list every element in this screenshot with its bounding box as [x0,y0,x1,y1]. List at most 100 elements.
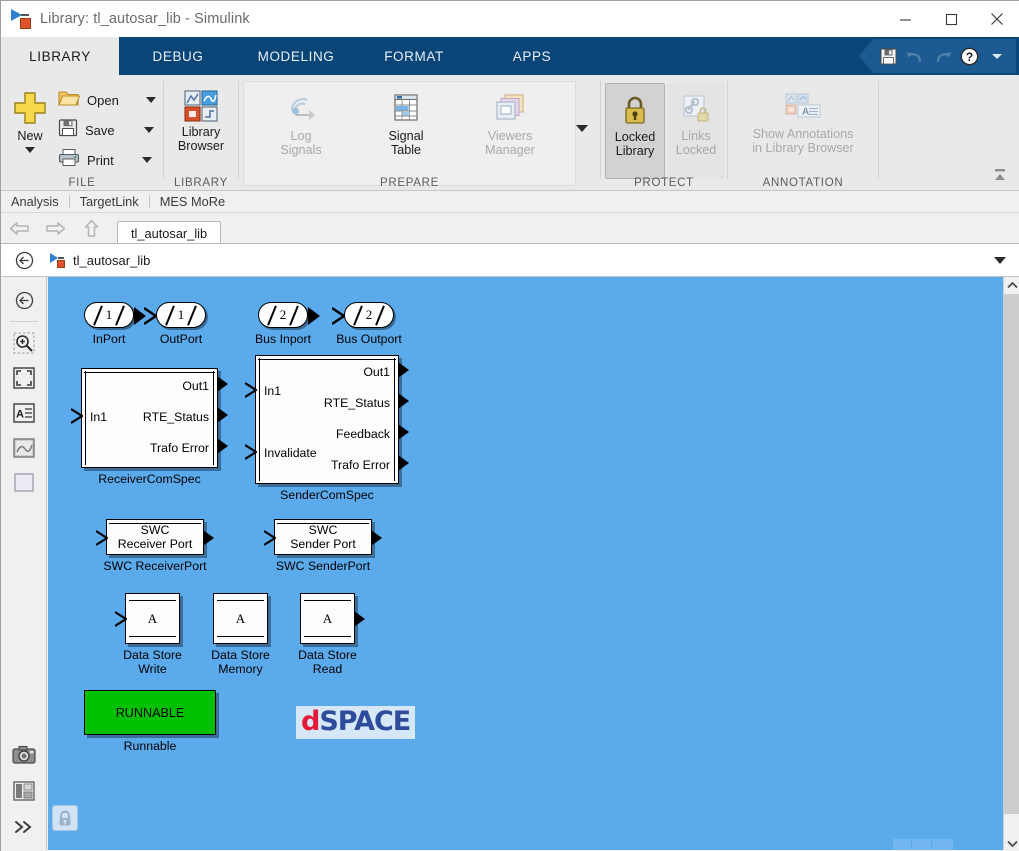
links-locked-line2: Locked [675,143,717,157]
log-signals-line2: Signals [280,143,322,157]
breadcrumb-chevron-down-icon[interactable] [994,257,1006,264]
new-chevron-down-icon[interactable] [25,147,35,153]
up-arrow-icon[interactable] [73,213,109,244]
rail-navigate-back-icon[interactable] [1,283,47,318]
undo-icon[interactable] [902,43,929,70]
svg-text:?: ? [966,50,973,64]
menu-mes-more[interactable]: MES MoRe [150,194,235,209]
block-swc-receiver-port[interactable]: SWC Receiver Port SWC ReceiverPort [95,519,214,573]
menu-analysis[interactable]: Analysis [1,194,69,209]
tab-debug[interactable]: DEBUG [119,37,237,75]
tab-apps[interactable]: APPS [473,37,591,75]
prepare-expand-chevron-down-icon[interactable] [576,125,588,132]
rail-annotation-text-icon[interactable]: A [1,395,47,430]
lock-icon [606,90,664,130]
block-data-store-read[interactable]: A Data Store Read [298,593,365,676]
menu-targetlink[interactable]: TargetLink [70,194,149,209]
close-button[interactable] [974,1,1019,37]
minimize-button[interactable] [882,1,928,37]
rail-image-icon[interactable] [1,430,47,465]
sendercomspec-out-arrow-1 [398,362,409,378]
open-button[interactable]: Open [58,87,156,113]
data-store-read-label2: Read [312,662,343,676]
back-arrow-icon[interactable] [1,213,37,244]
links-locked-button[interactable]: Links Locked [667,83,725,179]
ribbon-group-protect-label: PROTECT [634,177,694,189]
block-bus-inport[interactable]: 2 Bus Inport [255,302,320,346]
block-outport[interactable]: 1 OutPort [143,302,206,346]
signal-table-button[interactable]: Signal Table [370,87,442,157]
block-receivercomspec[interactable]: Out1 RTE_Status Trafo Error In1 Receiver… [70,368,228,486]
rail-divider [10,321,38,322]
save-icon[interactable] [875,43,902,70]
model-canvas[interactable]: 1 InPort 1 OutPort 2 Bus Inport 2 Bus Ou… [48,277,1003,837]
tab-library[interactable]: LIBRARY [1,37,119,75]
sendercomspec-out-out1: Out1 [363,365,390,379]
block-data-store-memory[interactable]: A Data Store Memory [211,593,270,676]
horizontal-scroll-thumb[interactable] [893,839,953,850]
ribbon-group-annotation-label: ANNOTATION [762,177,844,189]
rail-fit-to-view-icon[interactable] [1,360,47,395]
swc-sender-port-in-arrow [263,530,278,546]
rail-zoom-in-icon[interactable] [1,325,47,360]
floppy-icon [58,118,78,142]
ribbon-group-file: New Open Save Print FILE [1,75,163,191]
navigate-back-icon[interactable] [1,251,47,270]
dspace-logo: dSPACE [296,706,416,739]
block-data-store-write[interactable]: A Data Store Write [114,593,182,676]
block-runnable[interactable]: RUNNABLE Runnable [84,690,216,753]
swc-sender-port-line1: SWC [308,523,338,537]
forward-arrow-icon[interactable] [37,213,73,244]
tab-format[interactable]: FORMAT [355,37,473,75]
outport-number: 1 [177,307,185,322]
quick-access-chevron-down-icon[interactable] [983,43,1010,70]
data-store-read-glyph: A [322,610,333,626]
quick-access-toolbar: ? [859,39,1016,73]
locked-library-button[interactable]: Locked Library [605,83,665,179]
svg-text:A: A [16,408,24,420]
canvas-vertical-scrollbar[interactable] [1003,277,1019,851]
tab-modeling[interactable]: MODELING [237,37,355,75]
bus-inport-label: Bus Inport [254,332,312,346]
block-swc-sender-port[interactable]: SWC Sender Port SWC SenderPort [263,519,382,573]
canvas-locked-library-icon[interactable] [52,805,78,831]
viewers-manager-button[interactable]: Viewers Manager [474,87,546,157]
rail-more-chevrons-icon[interactable] [1,809,47,844]
new-button[interactable]: New [5,87,55,153]
model-tab[interactable]: tl_autosar_lib [117,221,222,244]
block-bus-outport[interactable]: 2 Bus Outport [331,302,402,346]
vertical-scroll-thumb[interactable] [1004,294,1019,814]
save-button[interactable]: Save [58,117,154,143]
show-annotations-button[interactable]: A Show Annotations in Library Browser [728,87,878,155]
annotation-icon: A [728,87,878,127]
signal-table-line1: Signal [388,129,424,143]
rail-area-icon[interactable] [1,465,47,500]
block-inport[interactable]: 1 InPort [84,302,146,346]
maximize-button[interactable] [928,1,974,37]
outport-input-arrow-icon [143,307,159,325]
rail-camera-icon[interactable] [1,737,47,772]
dspace-logo-space: SPACE [319,706,411,737]
log-signals-button[interactable]: Log Signals [265,87,337,157]
inport-number: 1 [105,307,113,322]
scroll-down-chevron-down-icon[interactable] [1004,835,1019,851]
help-icon[interactable]: ? [956,43,983,70]
library-browser-button[interactable]: Library Browser [165,87,237,153]
redo-icon[interactable] [929,43,956,70]
print-button[interactable]: Print [58,147,152,173]
inport-shape: 1 [84,302,146,328]
swc-receiver-port-line2: Receiver Port [117,537,193,551]
bus-inport-number: 2 [279,307,287,322]
open-chevron-down-icon[interactable] [145,97,156,103]
block-sendercomspec[interactable]: Out1 RTE_Status Feedback Trafo Error In1… [244,355,409,502]
rail-report-icon[interactable] [1,773,47,808]
save-chevron-down-icon[interactable] [143,127,154,133]
data-store-memory-glyph: A [235,610,246,626]
receivercomspec-out-rte-status: RTE_Status [142,410,209,424]
ribbon-collapse-icon[interactable] [989,165,1011,185]
print-chevron-down-icon[interactable] [141,157,152,163]
canvas-toolbar-rail: A [1,277,47,851]
scroll-up-chevron-up-icon[interactable] [1004,277,1019,294]
svg-text:A: A [802,107,809,118]
canvas-horizontal-scrollbar[interactable] [48,837,1003,851]
